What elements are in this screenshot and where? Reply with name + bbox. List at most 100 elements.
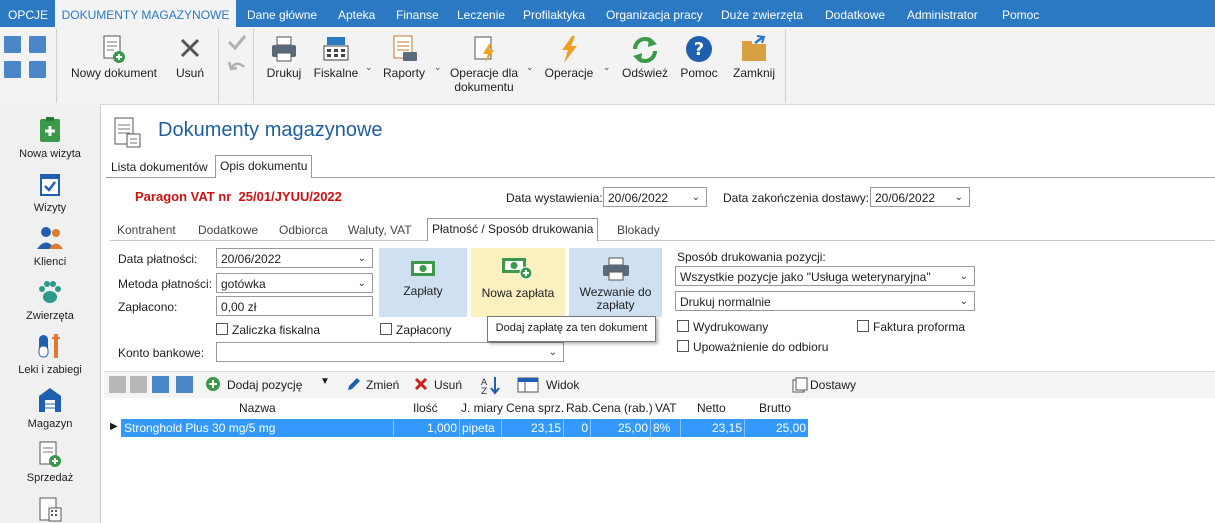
prev-record-button[interactable] [4,61,21,78]
deliveries-button[interactable]: Dostawy [792,376,862,394]
next-record-button[interactable] [29,61,46,78]
grid-first-button[interactable] [109,376,126,393]
bank-account-select[interactable]: ⌄ [216,342,564,362]
undo-icon[interactable] [227,58,247,74]
view-button[interactable]: Widok [517,376,587,394]
edit-button[interactable]: Zmień [346,376,402,394]
chevron-down-icon: ⌄ [357,278,366,289]
sidebar-item-new-visit[interactable]: Nowa wizyta [0,116,100,160]
subtab-platnosc[interactable]: Płatność / Sposób drukowania [427,218,599,241]
menu-apteka[interactable]: Apteka [338,0,375,27]
paid-checkbox[interactable] [380,323,392,335]
operations-button[interactable]: Operacje [540,34,598,80]
col-header-discount[interactable]: Rab. [566,401,591,415]
cell-discount: 0 [564,419,591,437]
sidebar-item-sales[interactable]: Sprzedaż [0,440,100,484]
fiscal-button[interactable]: Fiskalne [311,34,361,80]
refresh-button[interactable]: Odśwież [620,34,670,80]
subtab-dodatkowe[interactable]: Dodatkowe [194,220,262,240]
cell-discounted-price: 25,00 [591,419,651,437]
print-button[interactable]: Drukuj [262,34,306,80]
sidebar-item-warehouse[interactable]: Magazyn [0,386,100,430]
sort-icon[interactable]: AZ [480,375,500,395]
add-position-button[interactable]: Dodaj pozycję ▼ [205,376,335,394]
payments-button[interactable]: Zapłaty [379,248,467,317]
subtab-blokady[interactable]: Blokady [613,220,664,240]
paid-amount-field[interactable]: 0,00 zł [216,296,373,316]
document-calculator-icon[interactable] [37,496,63,522]
chevron-down-icon: ⌄ [548,347,557,358]
menu-opcje[interactable]: OPCJE [8,0,48,27]
printer-icon [272,36,296,62]
delivery-date-field[interactable]: 20/06/2022 ⌄ [870,187,970,207]
new-document-button[interactable]: Nowy dokument [64,34,164,80]
tab-document-description[interactable]: Opis dokumentu [215,155,313,178]
tab-document-list[interactable]: Lista dokumentów [107,157,212,177]
payment-date-label: Data płatności: [118,252,198,266]
col-header-unit[interactable]: J. miary [461,401,503,415]
grid-prev-button[interactable] [130,376,147,393]
col-header-discounted-price[interactable]: Cena (rab.) [592,401,653,415]
payment-request-button[interactable]: Wezwanie do zapłaty [569,248,662,317]
authorization-label: Upoważnienie do odbioru [693,340,829,354]
grid-last-button[interactable] [176,376,193,393]
print-mode-select[interactable]: Drukuj normalnie ⌄ [675,291,975,311]
payment-date-field[interactable]: 20/06/2022 ⌄ [216,248,373,268]
payment-method-select[interactable]: gotówka ⌄ [216,273,373,293]
menu-duze-zwierzeta[interactable]: Duże zwierzęta [721,0,803,27]
menu-dokumenty-magazynowe[interactable]: DOKUMENTY MAGAZYNOWE [55,0,236,27]
cash-icon [411,261,435,276]
clipboard-plus-icon [40,117,60,142]
fiscal-advance-checkbox[interactable] [216,323,228,335]
issue-date-field[interactable]: 20/06/2022 ⌄ [603,187,707,207]
grid-next-button[interactable] [152,376,169,393]
last-record-button[interactable] [29,36,46,53]
col-header-quantity[interactable]: Ilość [413,401,438,415]
document-operations-dropdown-icon[interactable]: ⌄ [526,62,534,73]
reports-button[interactable]: Raporty [379,34,429,80]
authorization-checkbox[interactable] [677,340,689,352]
col-header-gross[interactable]: Brutto [759,401,791,415]
menu-finanse[interactable]: Finanse [396,0,439,27]
menu-administrator[interactable]: Administrator [907,0,978,27]
sidebar-item-drugs[interactable]: Leki i zabiegi [0,332,100,376]
printed-checkbox[interactable] [677,320,689,332]
sidebar-item-visits[interactable]: Wizyty [0,170,100,214]
new-payment-button[interactable]: Nowa zapłata [471,248,565,317]
col-header-vat[interactable]: VAT [655,401,677,415]
subtab-odbiorca[interactable]: Odbiorca [275,220,332,240]
close-button[interactable]: Zamknij [727,34,781,80]
col-header-sale-price[interactable]: Cena sprz. [506,401,564,415]
col-header-name[interactable]: Nazwa [239,401,276,415]
fiscal-dropdown-icon[interactable]: ⌄ [365,62,373,73]
menu-dodatkowe[interactable]: Dodatkowe [825,0,885,27]
menu-organizacja-pracy[interactable]: Organizacja pracy [606,0,703,27]
proforma-checkbox[interactable] [857,320,869,332]
delete-button[interactable]: Usuń [170,34,210,80]
col-header-net[interactable]: Netto [697,401,726,415]
deliveries-icon [792,377,808,393]
menu-dane-glowne[interactable]: Dane główne [247,0,317,27]
menu-profilaktyka[interactable]: Profilaktyka [523,0,585,27]
menu-pomoc[interactable]: Pomoc [1002,0,1039,27]
table-row[interactable]: Stronghold Plus 30 mg/5 mg 1,000 pipeta … [121,419,808,437]
document-operations-button[interactable]: Operacje dla dokumentu [447,34,521,94]
operations-dropdown-icon[interactable]: ⌄ [603,62,611,73]
paid-check-label: Zapłacony [396,323,452,337]
delete-position-button[interactable]: Usuń [414,376,464,394]
sidebar-item-animals[interactable]: Zwierzęta [0,278,100,322]
subtab-kontrahent[interactable]: Kontrahent [113,220,180,240]
cell-sale-price: 23,15 [502,419,564,437]
first-record-button[interactable] [4,36,21,53]
reports-dropdown-icon[interactable]: ⌄ [434,62,442,73]
add-dropdown-icon: ▼ [320,376,330,387]
help-button[interactable]: ? Pomoc [676,34,722,80]
document-number: Paragon VAT nr 25/01/JYUU/2022 [135,189,342,204]
document-operations-icon [474,36,494,63]
people-icon [37,227,63,249]
subtab-waluty-vat[interactable]: Waluty, VAT [344,220,416,240]
sidebar-item-clients[interactable]: Klienci [0,224,100,268]
printing-mode-select[interactable]: Wszystkie pozycje jako "Usługa weterynar… [675,266,975,286]
confirm-icon[interactable] [227,34,247,50]
menu-leczenie[interactable]: Leczenie [457,0,505,27]
